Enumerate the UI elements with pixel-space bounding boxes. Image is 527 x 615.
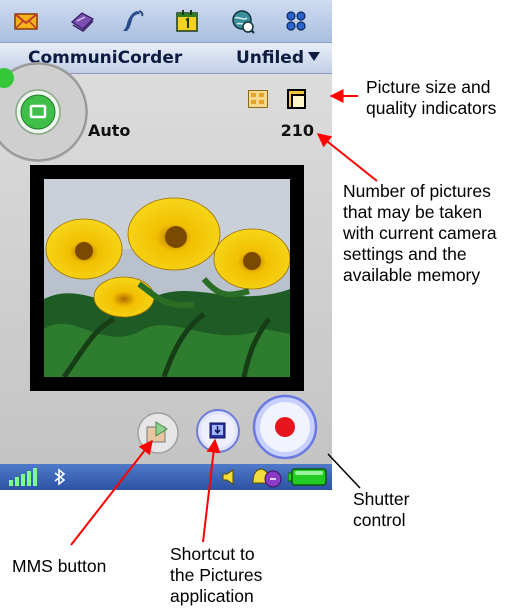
arrow-pictures-shortcut: [202, 438, 221, 543]
annotation-line: Picture size and: [366, 77, 491, 97]
annotation-size-quality: Picture size and quality indicators: [366, 77, 526, 119]
annotation-mms: MMS button: [12, 556, 142, 577]
annotation-line: control: [353, 510, 406, 530]
annotation-line: available memory: [343, 265, 481, 285]
arrow-mms: [70, 439, 153, 546]
annotation-line: the Pictures: [170, 565, 263, 585]
annotation-pictures-shortcut: Shortcut to the Pictures application: [170, 544, 300, 607]
annotation-line: application: [170, 586, 254, 606]
annotation-line: settings and the: [343, 244, 467, 264]
annotation-line: quality indicators: [366, 98, 497, 118]
annotation-line: Shutter: [353, 489, 410, 509]
annotation-line: with current camera: [343, 223, 497, 243]
arrow-picture-count: [316, 133, 378, 182]
annotation-line: Number of pictures: [343, 181, 491, 201]
annotation-line: MMS button: [12, 556, 107, 576]
arrow-shutter: [327, 453, 361, 489]
annotation-shutter: Shutter control: [353, 489, 453, 531]
annotation-line: that may be taken: [343, 202, 483, 222]
annotation-picture-count: Number of pictures that may be taken wit…: [343, 181, 527, 286]
annotation-line: Shortcut to: [170, 544, 255, 564]
